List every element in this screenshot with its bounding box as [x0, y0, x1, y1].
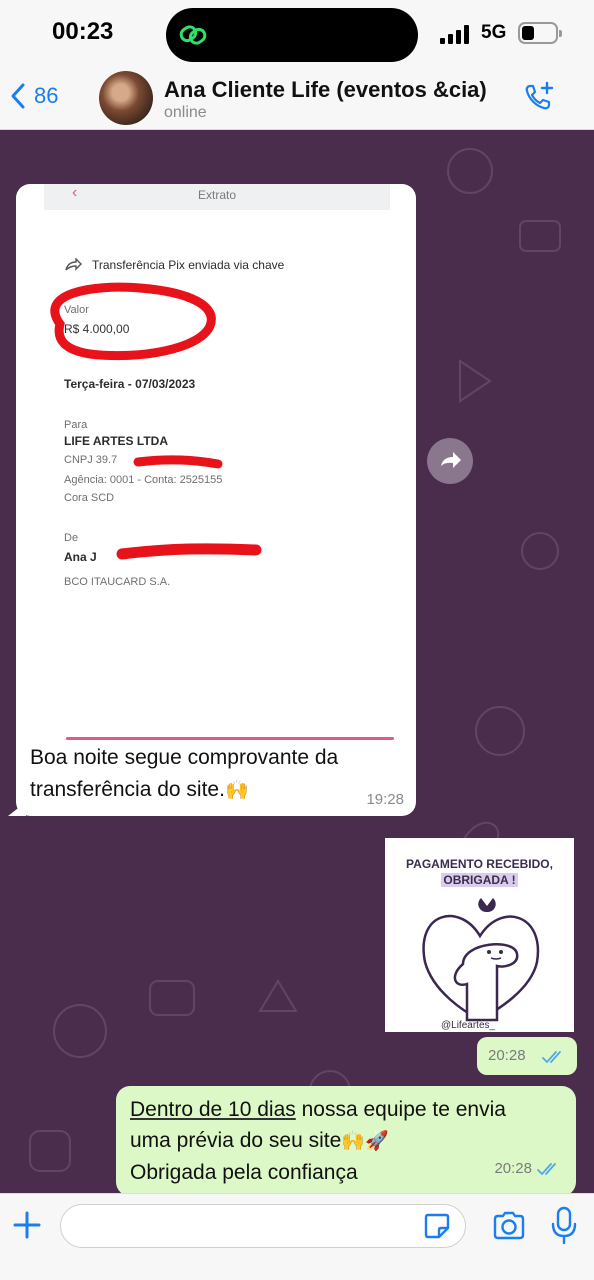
receipt-title: Extrato	[197, 188, 236, 202]
plus-icon[interactable]	[12, 1210, 42, 1240]
contact-name[interactable]: Ana Cliente Life (eventos &cia)	[164, 77, 487, 103]
valor-label: Valor	[64, 304, 89, 316]
receipt-bottom-bar	[66, 737, 394, 740]
valor-value: R$ 4.000,00	[64, 322, 130, 336]
pix-row: Transferência Pix enviada via chave	[64, 258, 284, 272]
contact-status: online	[164, 104, 207, 121]
outgoing-time-row: 20:28	[494, 1160, 562, 1177]
outgoing-time: 20:28	[494, 1160, 532, 1177]
input-bar	[0, 1193, 594, 1280]
pix-label: Transferência Pix enviada via chave	[92, 258, 285, 272]
para-name: LIFE ARTES LTDA	[64, 434, 168, 448]
image-handle: @Lifeartes_	[441, 1020, 496, 1031]
status-time: 00:23	[52, 18, 114, 45]
chat-header: 86 Ana Cliente Life (eventos &cia) onlin…	[0, 68, 594, 130]
dynamic-island	[166, 8, 418, 62]
agencia: Agência: 0001 - Conta: 2525155	[64, 474, 223, 486]
chat-area[interactable]: ‹ Extrato Transferência Pix enviada via …	[0, 131, 594, 1193]
incoming-text: Boa noite segue comprovante da transferê…	[30, 742, 402, 807]
transfer-icon	[65, 258, 82, 271]
image-time: 20:28	[488, 1047, 526, 1064]
read-ticks-icon	[542, 1051, 561, 1064]
incoming-time: 19:28	[366, 791, 404, 808]
data-value: Terça-feira - 07/03/2023	[64, 377, 196, 391]
receipt-header: ‹ Extrato	[44, 184, 390, 210]
microphone-icon[interactable]	[550, 1206, 578, 1246]
incoming-message[interactable]: ‹ Extrato Transferência Pix enviada via …	[8, 184, 416, 816]
avatar[interactable]	[99, 71, 153, 125]
cnpj: CNPJ 39.7	[64, 454, 118, 466]
network-type: 5G	[481, 22, 507, 43]
read-ticks-icon	[537, 1162, 556, 1175]
message-input[interactable]	[60, 1204, 466, 1248]
flork-heart-illustration	[422, 898, 540, 1022]
bank-from: BCO ITAUCARD S.A.	[64, 576, 171, 588]
unread-count: 86	[34, 83, 59, 108]
de-label: De	[64, 532, 79, 544]
status-bar: 00:23 5G	[0, 0, 594, 68]
de-name: Ana J	[64, 550, 97, 564]
camera-icon[interactable]	[491, 1208, 527, 1244]
sticker-icon[interactable]	[423, 1212, 451, 1240]
image-time-badge: 20:28	[477, 1037, 577, 1075]
back-button[interactable]: 86	[10, 82, 58, 110]
para-label: Para	[64, 419, 88, 431]
forward-icon[interactable]	[427, 438, 473, 484]
back-chevron-icon	[11, 83, 25, 109]
hands-rocket-emoji: 🙌🚀	[341, 1131, 389, 1152]
payment-received-image[interactable]: PAGAMENTO RECEBIDO, OBRIGADA ! @Lifearte…	[385, 838, 574, 1032]
delivery-phrase-link[interactable]: Dentro de 10 dias	[130, 1098, 296, 1121]
signal-icon	[440, 24, 469, 44]
battery-icon	[518, 22, 562, 44]
link-icon	[179, 25, 207, 45]
image-title: PAGAMENTO RECEBIDO, OBRIGADA !	[406, 857, 553, 887]
bank-to: Cora SCD	[64, 492, 115, 504]
outgoing-message[interactable]: Dentro de 10 dias nossa equipe te envia …	[116, 1086, 576, 1193]
raising-hands-emoji: 🙌	[224, 780, 249, 801]
receipt-image[interactable]: ‹ Extrato Transferência Pix enviada via …	[30, 184, 402, 744]
call-add-icon[interactable]	[522, 80, 556, 114]
